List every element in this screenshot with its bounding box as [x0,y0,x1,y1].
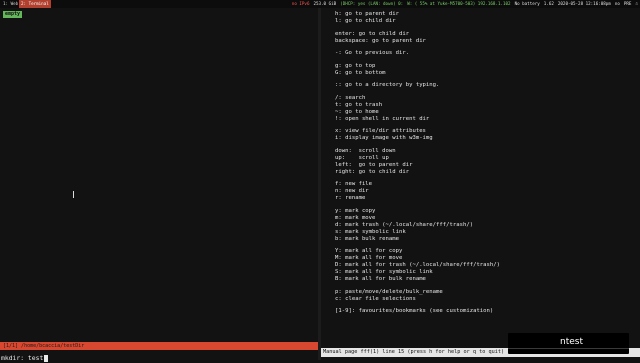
help-line: i: display image with w3m-img [335,135,433,141]
help-line: f: new file [335,181,373,187]
status-item: 253.0 GiB [313,1,337,6]
help-line: up: scroll up [335,154,389,161]
help-line: :: go to a directory by typing. [335,82,440,88]
status-item: No battery [514,1,540,6]
status-item: ☃ [635,1,638,6]
help-line: M: mark all for move [335,255,403,261]
help-line: right: go to child dir [335,168,410,175]
help-line: l: go to child dir [335,18,396,24]
status-item: 1.62 [543,1,554,6]
file-manager-pane[interactable]: empty [1/1] /home/bcaccia/testDir mkdir:… [0,8,318,363]
help-line: left: go to parent dir [335,161,413,168]
help-line: c: clear file selections [335,295,416,302]
workspace-1[interactable]: 1: Web [1,0,20,8]
text-cursor [44,354,49,362]
man-page-pane[interactable]: h: go to parent dir l: go to child dir ent… [321,8,640,360]
help-line: enter: go to child dir [335,30,410,37]
status-item: no IPv6 [291,1,310,6]
help-line: y: mark copy [335,207,376,214]
help-line: d: mark trash (~/.local/share/fff/trash/… [335,221,474,228]
caption-underline [508,348,629,349]
help-line: n: new dir [335,188,369,194]
help-line: -: Go to previous dir. [335,50,410,56]
help-line: D: mark all for trash (~/.local/share/ff… [335,262,501,268]
help-line: G: go to bottom [335,69,386,76]
help-line: s: mark symbolic link [335,228,406,235]
top-status-bar: 1: Web 2: Terminal no IPv6 253.0 GiB (DHCP… [0,0,640,8]
help-line: t: go to trash [335,101,383,108]
status-item: no [614,1,620,6]
help-line: ~: go to home [335,108,379,115]
help-line: Y: mark all for copy [335,248,403,254]
caption-overlay: ntest [508,333,629,354]
help-line: backspace: go to parent dir [335,37,426,44]
help-line: x: view file/dir attributes [335,128,426,134]
status-item: W: ( 55% at Yuke-M5700-503) 192.168.1.10… [407,1,511,6]
command-line-text: mkdir: test [1,354,44,362]
help-line: down: scroll down [335,147,396,154]
empty-directory-label: empty [3,11,23,18]
help-text: h: go to parent dir l: go to child dir ent… [335,11,635,315]
help-line: /: search [335,94,366,101]
status-item: 2020-05-28 12:16:08pm [557,1,611,6]
workspace-2[interactable]: 2: Terminal [19,0,51,8]
system-status: no IPv6 253.0 GiB (DHCP: yes (LAN: down) 0… [288,0,638,8]
help-line: B: mark all for bulk rename [335,276,426,282]
help-line: g: go to top [335,62,376,69]
help-line: h: go to parent dir [335,11,399,17]
help-line: b: mark bulk rename [335,235,399,242]
help-line: [1-9]: favourites/bookmarks (see customi… [335,308,494,314]
path-status-bar: [1/1] /home/bcaccia/testDir [0,342,318,350]
help-line: !: open shell in current dir [335,115,430,122]
help-line: r: rename [335,195,366,201]
status-item: (DHCP: yes (LAN: down) 0: [340,1,404,6]
help-line: m: mark move [335,214,376,221]
help-line: S: mark all for symbolic link [335,269,433,275]
status-item: PRE [623,1,632,6]
mouse-cursor-icon [73,191,76,198]
caption-text: ntest [560,337,583,347]
help-line: p: paste/move/delete/bulk_rename [335,288,443,295]
command-line[interactable]: mkdir: test [1,354,49,363]
